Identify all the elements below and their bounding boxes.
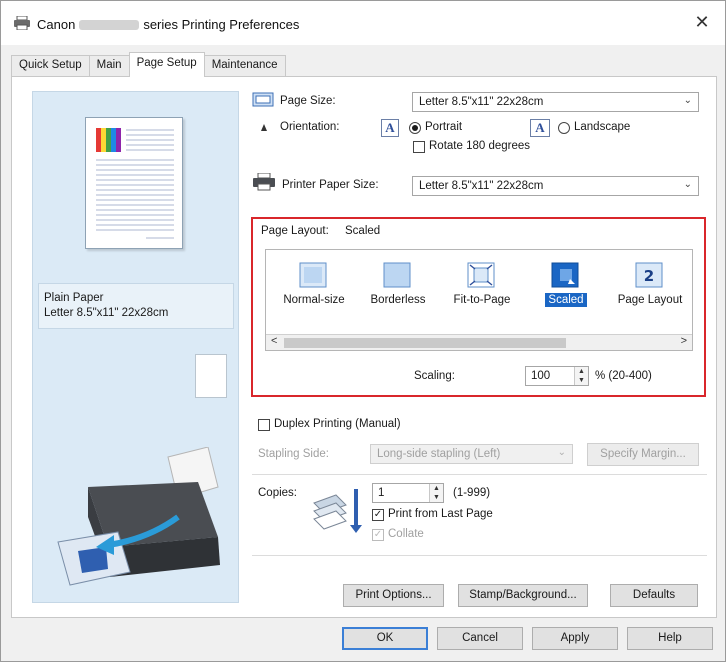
page-layout-current: Scaled [345,225,381,237]
borderless-icon [383,262,411,288]
printer-paper-size-label: Printer Paper Size: [282,179,379,191]
copies-icon [313,489,362,533]
title-bar: Canon series Printing Preferences ✕ [1,1,725,45]
help-button[interactable]: Help [627,627,713,650]
printer-illustration-icon [57,447,220,586]
landscape-orientation-icon: A [530,119,550,137]
scroll-left-arrow[interactable]: < [271,335,277,347]
page-layout-icon: 2 [635,262,663,288]
media-type: Plain Paper [44,292,104,304]
tab-main[interactable]: Main [88,55,130,77]
page-size-icon [252,92,274,107]
page-setup-panel: Plain Paper Letter 8.5"x11" 22x28cm Page… [11,76,717,618]
copies-value: 1 [378,487,385,499]
orientation-arrow-icon [261,124,267,131]
collate-label: Collate [388,528,424,540]
chevron-down-icon: ⌄ [557,447,566,458]
page-preview [85,117,183,249]
portrait-label: Portrait [425,121,463,133]
close-button[interactable]: ✕ [693,13,711,31]
page-layout-label: Page Layout: [261,225,329,237]
layout-item-page-layout[interactable]: 2 Page Layout [608,258,692,330]
redacted-model-name [79,19,140,30]
apply-button[interactable]: Apply [532,627,618,650]
separator [252,555,707,556]
tab-quick-setup[interactable]: Quick Setup [11,55,90,77]
layout-label-scaled: Scaled [524,293,608,307]
title-suffix: series Printing Preferences [143,17,300,32]
collate-checkbox[interactable]: ✓ [372,529,384,541]
scaling-input[interactable]: 100 ▲ ▼ [525,366,589,386]
rotate-180-checkbox[interactable] [413,141,425,153]
specify-margin-button[interactable]: Specify Margin... [587,443,699,466]
tab-page-setup[interactable]: Page Setup [128,52,205,77]
landscape-radio[interactable] [558,122,570,134]
scaling-label: Scaling: [414,370,455,382]
page-preview-art [96,128,174,239]
stapling-side-select[interactable]: Long-side stapling (Left) ⌄ [370,444,573,464]
scaling-spinner[interactable]: ▲ ▼ [574,367,588,385]
printer-paper-size-icon [253,173,275,191]
print-from-last-page-checkbox[interactable]: ✓ [372,509,384,521]
layout-label-fit-to-page: Fit-to-Page [453,294,511,306]
copies-label: Copies: [258,487,297,499]
defaults-button[interactable]: Defaults [610,584,698,607]
duplex-printing-checkbox[interactable] [258,419,270,431]
scrollbar-thumb[interactable] [284,338,566,348]
fit-to-page-icon [467,262,495,288]
printer-paper-size-value: Letter 8.5"x11" 22x28cm [419,180,544,192]
layout-label-normal-size: Normal-size [283,294,345,306]
print-options-button[interactable]: Print Options... [343,584,444,607]
tab-strip: Quick Setup Main Page Setup Maintenance [11,52,286,77]
scaling-range: % (20-400) [595,370,652,382]
media-size: Letter 8.5"x11" 22x28cm [44,307,169,319]
title-prefix: Canon [37,17,76,32]
mini-page-icon [195,354,227,398]
duplex-printing-label: Duplex Printing (Manual) [274,418,401,430]
portrait-orientation-icon: A [381,119,399,137]
printer-paper-size-select[interactable]: Letter 8.5"x11" 22x28cm ⌄ [412,176,699,196]
window-title: Canon series Printing Preferences [37,17,299,32]
copies-range: (1-999) [453,487,491,499]
chevron-down-icon: ⌄ [683,179,692,190]
page-size-label: Page Size: [280,95,336,107]
layout-item-scaled[interactable]: Scaled [524,258,608,330]
layout-label-page-layout: Page Layout [617,294,683,306]
cancel-button[interactable]: Cancel [437,627,523,650]
landscape-label: Landscape [574,121,631,133]
portrait-radio[interactable] [409,122,421,134]
media-info: Plain Paper Letter 8.5"x11" 22x28cm [38,283,234,329]
preview-pane: Plain Paper Letter 8.5"x11" 22x28cm [32,91,239,603]
ok-button[interactable]: OK [342,627,428,650]
separator [252,474,707,475]
scaled-icon [551,262,579,288]
layout-item-normal-size[interactable]: Normal-size [272,258,356,330]
stapling-side-label: Stapling Side: [258,448,329,460]
normal-size-icon [299,262,327,288]
printer-icon [14,16,30,30]
stamp-background-button[interactable]: Stamp/Background... [458,584,588,607]
page-layout-badge: 2 [644,267,654,285]
stapling-side-value: Long-side stapling (Left) [377,448,501,460]
tab-maintenance[interactable]: Maintenance [203,55,286,77]
layout-label-borderless: Borderless [370,294,426,306]
layout-item-borderless[interactable]: Borderless [356,258,440,330]
scaling-value: 100 [531,370,551,382]
layout-list-scrollbar[interactable]: < > [266,334,692,350]
copies-spinner[interactable]: ▲ ▼ [429,484,443,502]
page-size-select[interactable]: Letter 8.5"x11" 22x28cm ⌄ [412,92,699,112]
rotate-180-label: Rotate 180 degrees [429,140,531,152]
printing-preferences-window: Canon series Printing Preferences ✕ Quic… [0,0,726,662]
orientation-label: Orientation: [280,121,340,133]
layout-item-fit-to-page[interactable]: Fit-to-Page [440,258,524,330]
layout-label-scaled-text: Scaled [545,293,587,307]
print-from-last-page-label: Print from Last Page [388,508,493,520]
page-size-value: Letter 8.5"x11" 22x28cm [419,96,544,108]
scroll-right-arrow[interactable]: > [681,335,687,347]
copies-input[interactable]: 1 ▲ ▼ [372,483,444,503]
chevron-down-icon: ⌄ [683,95,692,106]
